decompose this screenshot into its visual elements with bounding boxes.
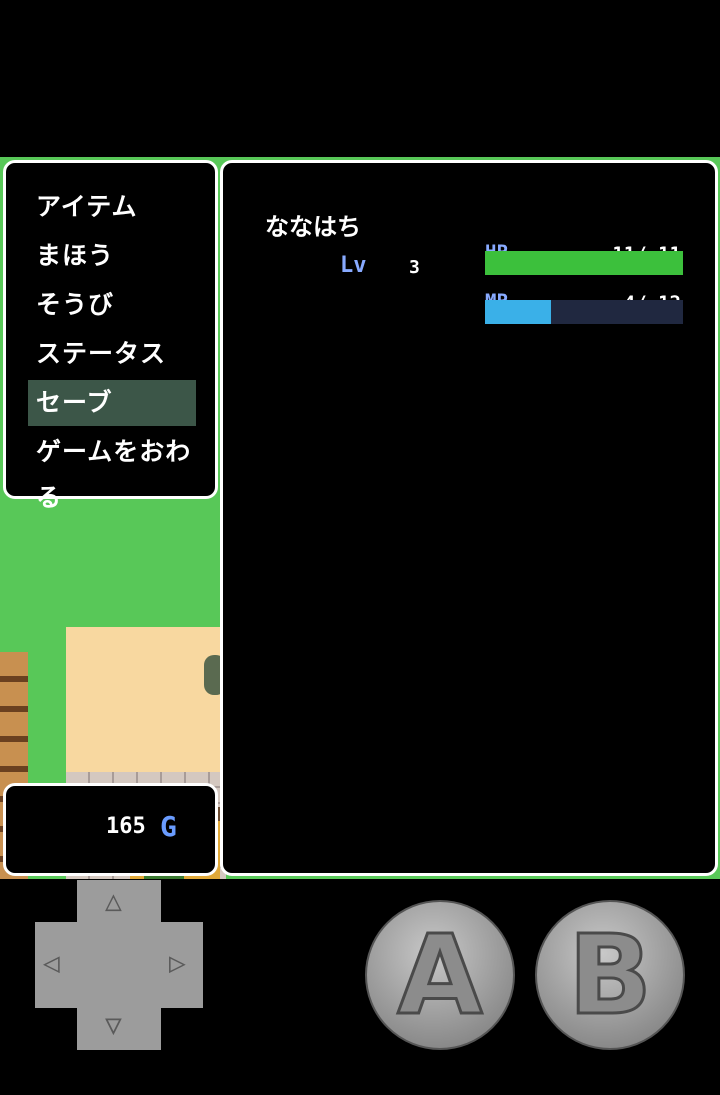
sand-floor [66,627,226,772]
menu-item-status[interactable]: ステータス [28,331,196,377]
down-triangle-icon[interactable]: ▽ [105,1008,122,1041]
right-triangle-icon[interactable]: ▷ [169,946,186,979]
gold-amount: 165 [106,814,146,839]
menu-item-save[interactable]: セーブ [28,380,196,426]
menu-item-items[interactable]: アイテム [28,184,196,230]
gold-unit: G [160,810,177,843]
up-triangle-icon[interactable]: △ [105,884,122,917]
a-button[interactable]: A [365,900,515,1050]
mp-bar-fill [485,300,551,324]
mp-bar [485,300,683,324]
level-label: Lv [340,253,367,278]
status-window: ななはち Lv 3 HP 11/ 11 MP 4/ 12 [220,160,718,876]
character-name: ななはち [265,213,361,241]
b-button[interactable]: B [535,900,685,1050]
level-value: 3 [409,257,420,278]
menu-item-quit[interactable]: ゲームをおわる [28,429,196,512]
menu-item-magic[interactable]: まほう [28,233,196,279]
left-triangle-icon[interactable]: ◁ [43,946,60,979]
gold-window: 165 G [3,783,218,876]
command-menu: アイテム まほう そうび ステータス セーブ ゲームをおわる [3,160,218,512]
menu-item-equipment[interactable]: そうび [28,282,196,328]
dpad[interactable]: △ ▽ ◁ ▷ [35,880,203,1050]
hp-bar-fill [485,251,683,275]
hp-bar [485,251,683,275]
